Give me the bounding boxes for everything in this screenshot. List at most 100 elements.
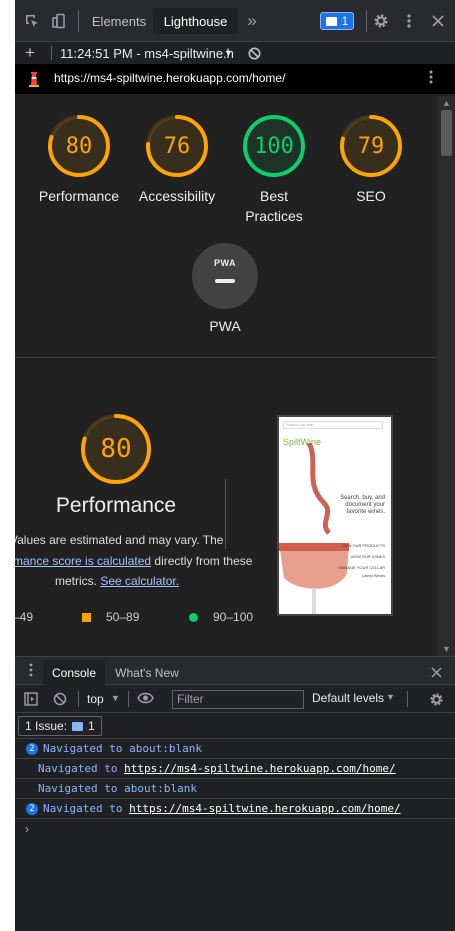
performance-description: metrics. See calculator. [55, 574, 179, 588]
sidebar-toggle-icon[interactable] [24, 692, 38, 711]
gauge-value: 79 [357, 133, 385, 159]
gauge-seo[interactable]: 79 [338, 113, 404, 179]
chevron-down-icon[interactable]: ▼ [111, 693, 120, 703]
kebab-menu-icon[interactable] [399, 11, 419, 31]
tab-elements[interactable]: Elements [85, 8, 153, 34]
scroll-down-icon[interactable]: ▼ [442, 644, 451, 654]
screenshot-search: Search our site [283, 421, 383, 429]
pass-circle-icon [189, 612, 198, 622]
message-prefix: Navigated to [38, 762, 125, 775]
message-text: Navigated to about:blank [38, 782, 197, 795]
screenshot-link: Latest Wines [361, 573, 385, 578]
toolbar-separator [407, 691, 408, 707]
screenshot-link: VIEW OUR PRODUCTS [341, 543, 385, 548]
scroll-up-icon[interactable]: ▲ [442, 98, 451, 108]
new-report-icon[interactable]: + [25, 42, 35, 64]
performance-description: mance score is calculated directly from … [15, 554, 252, 568]
live-expression-icon[interactable] [137, 691, 154, 710]
scrollbar-thumb[interactable] [441, 110, 452, 156]
report-url: https://ms4-spiltwine.herokuapp.com/home… [54, 71, 286, 85]
console-message: Navigated to about:blank [15, 779, 455, 799]
section-divider [15, 357, 437, 358]
left-gutter [0, 0, 15, 931]
toolbar-separator [78, 691, 79, 707]
inspect-element-icon[interactable] [22, 11, 42, 31]
toolbar-separator [78, 10, 79, 32]
description-text: directly from these [151, 554, 253, 568]
score-calculated-link[interactable]: mance score is calculated [15, 554, 151, 568]
messages-badge[interactable]: 1 [320, 12, 354, 30]
filter-input[interactable]: Filter [172, 690, 304, 709]
legend-average: 50–89 [82, 610, 139, 624]
message-link[interactable]: https://ms4-spiltwine.herokuapp.com/home… [124, 762, 396, 775]
gauge-value: 80 [65, 133, 93, 159]
devtools-toolbar: Elements Lighthouse » 1 [15, 0, 455, 42]
description-text: metrics. [55, 574, 97, 588]
chevron-down-icon[interactable]: ▼ [224, 42, 233, 64]
gauge-performance[interactable]: 80 [46, 113, 112, 179]
console-settings-gear-icon[interactable] [429, 692, 444, 712]
screenshot-link: MANAGE YOUR CELLAR [338, 565, 385, 570]
drawer-tabs: Console What's New [15, 657, 455, 685]
gauge-accessibility[interactable]: 76 [144, 113, 210, 179]
average-square-icon [82, 612, 91, 622]
issues-count: 1 [88, 719, 95, 733]
message-text: Navigated to https://ms4-spiltwine.herok… [38, 762, 396, 775]
console-message: 2 Navigated to https://ms4-spiltwine.her… [15, 799, 455, 819]
context-selector[interactable]: top [87, 692, 104, 706]
report-scrollbar[interactable]: ▲ ▼ [437, 96, 455, 656]
report-bar: + 11:24:51 PM - ms4-spiltwine.h ▼ [15, 42, 455, 64]
final-screenshot[interactable]: Search our site SpiltWine Search, buy, a… [277, 415, 393, 616]
clear-console-icon[interactable] [53, 692, 67, 711]
pwa-badge-text: PWA [213, 258, 236, 268]
report-bar-separator [51, 46, 52, 60]
wine-glass-image [279, 443, 349, 614]
legend-label: 90–100 [213, 610, 254, 624]
report-url-bar: https://ms4-spiltwine.herokuapp.com/home… [15, 64, 455, 94]
report-menu-icon[interactable] [429, 70, 433, 89]
close-icon[interactable] [428, 11, 448, 31]
message-link[interactable]: https://ms4-spiltwine.herokuapp.com/home… [129, 802, 401, 815]
gauge-value: 80 [100, 434, 132, 464]
gauge-label: SEO [356, 188, 386, 204]
clear-icon[interactable] [248, 42, 261, 64]
legend-label: –49 [15, 610, 34, 624]
chevron-down-icon[interactable]: ▼ [386, 692, 395, 702]
console-drawer: Console What's New top ▼ Filter Default … [15, 656, 455, 931]
more-tabs-icon[interactable]: » [242, 11, 262, 31]
screenshot-tagline: Search, buy, and document your favorite … [340, 495, 385, 515]
issues-label: 1 Issue: [25, 719, 68, 733]
issue-icon [72, 721, 84, 731]
tab-whats-new[interactable]: What's New [107, 660, 187, 685]
section-divider [225, 479, 226, 549]
console-prompt[interactable]: › [25, 822, 29, 836]
performance-gauge-large: 80 [79, 412, 153, 486]
report-selector[interactable]: 11:24:51 PM - ms4-spiltwine.h [60, 42, 234, 64]
console-toolbar: top ▼ Filter Default levels ▼ [15, 685, 455, 713]
issues-row: 1 Issue: 1 [15, 713, 455, 739]
gauge-best-practices[interactable]: 100 [241, 113, 307, 179]
console-message: 2 Navigated to about:blank [15, 739, 455, 759]
message-icon [325, 16, 337, 26]
message-text: Navigated to about:blank [43, 742, 202, 755]
message-text: Navigated to https://ms4-spiltwine.herok… [43, 802, 401, 815]
pwa-badge[interactable]: PWA [192, 243, 258, 309]
close-drawer-icon[interactable] [431, 665, 442, 683]
legend-fail: –49 [15, 610, 33, 624]
screenshot-link: VIEW OUR WINES [350, 554, 385, 559]
gauge-label: PWA [209, 318, 241, 334]
see-calculator-link[interactable]: See calculator. [100, 574, 179, 588]
gauge-value: 100 [254, 133, 294, 159]
tab-lighthouse[interactable]: Lighthouse [153, 8, 238, 34]
repeat-count-badge: 2 [26, 803, 38, 815]
tab-console[interactable]: Console [43, 660, 105, 685]
repeat-count-badge: 2 [26, 743, 38, 755]
gear-icon[interactable] [371, 11, 391, 31]
legend-label: 50–89 [106, 610, 140, 624]
log-levels-select[interactable]: Default levels [312, 691, 384, 705]
legend-pass: 90–100 [189, 610, 253, 624]
device-toolbar-icon[interactable] [49, 11, 69, 31]
drawer-menu-icon[interactable] [29, 663, 33, 682]
issues-button[interactable]: 1 Issue: 1 [18, 716, 102, 736]
performance-title: Performance [55, 494, 177, 517]
